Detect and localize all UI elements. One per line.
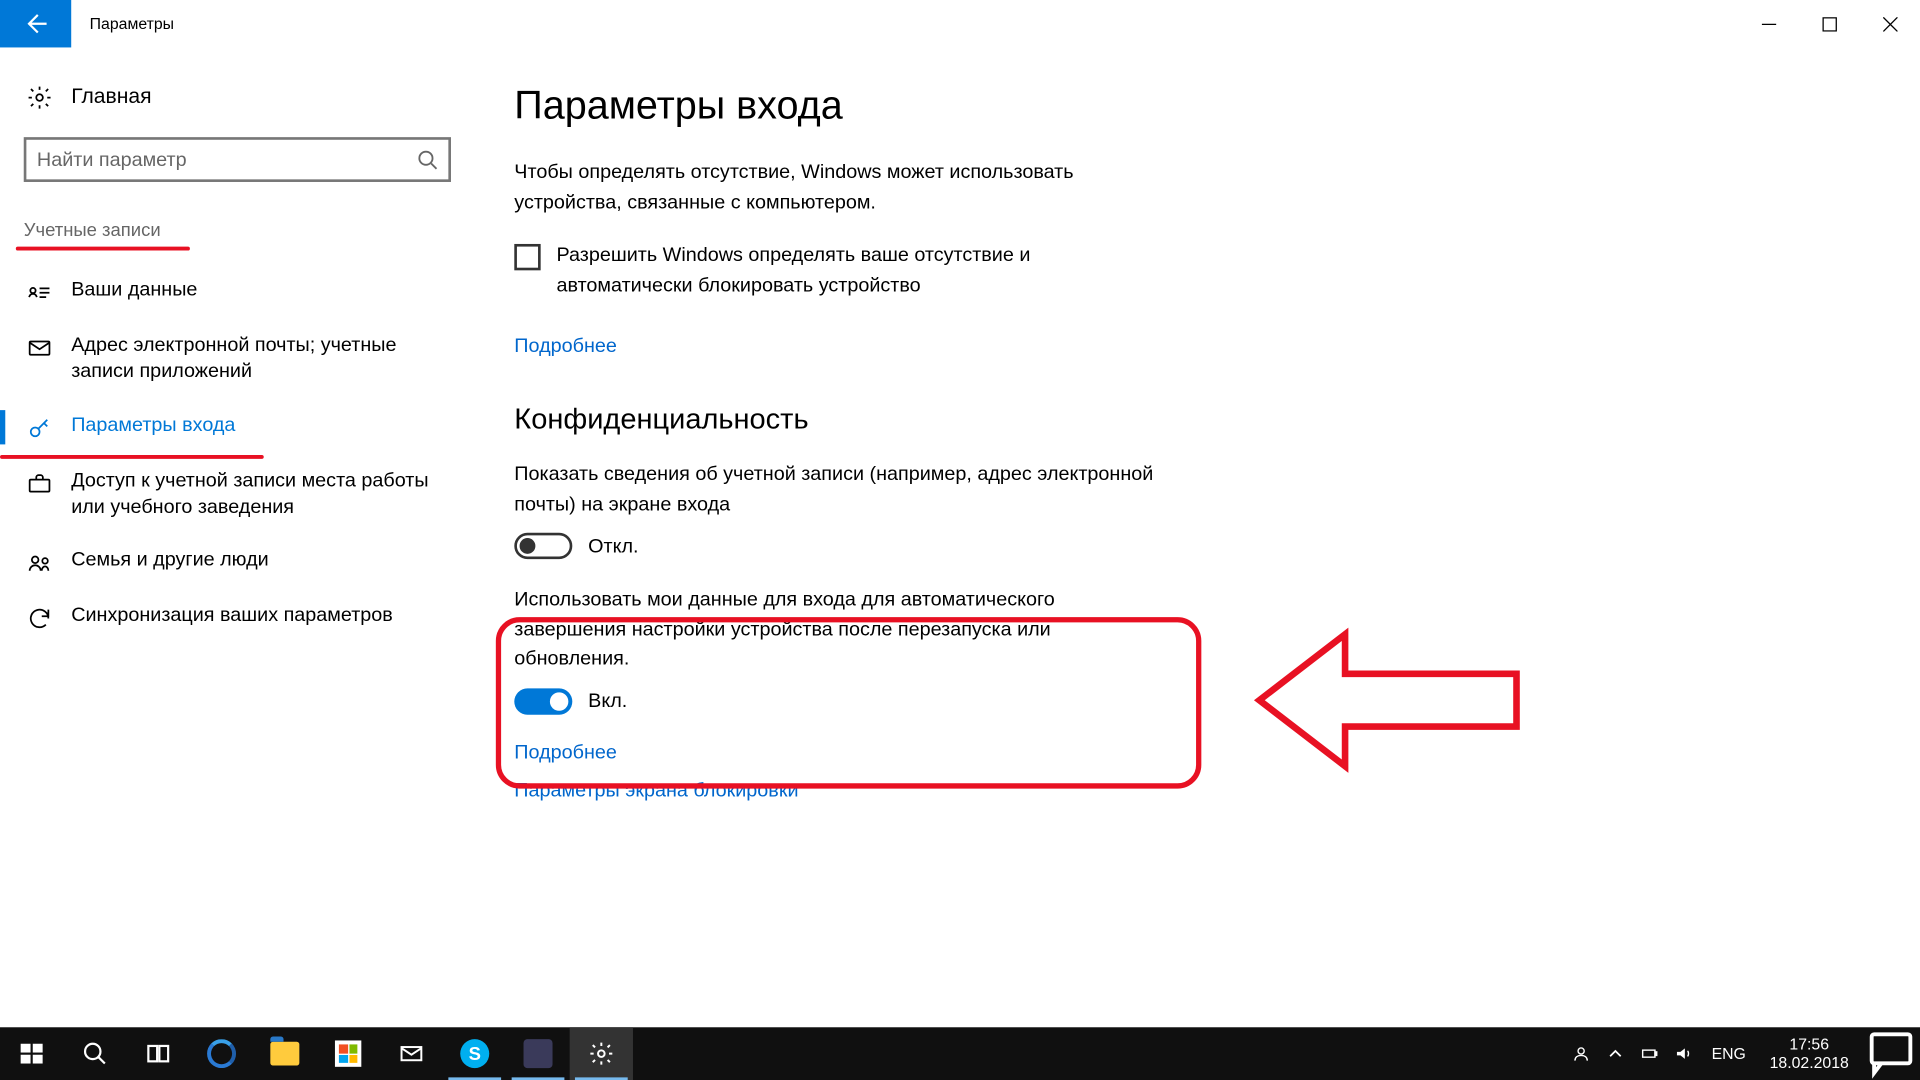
privacy-setting1-label: Показать сведения об учетной записи (нап… — [514, 460, 1160, 519]
tray-people-icon[interactable] — [1564, 1043, 1598, 1064]
toggle-state-label: Вкл. — [588, 690, 627, 712]
checkbox-label: Разрешить Windows определять ваше отсутс… — [556, 241, 1160, 300]
taskbar-app-store[interactable] — [316, 1027, 379, 1080]
search-button[interactable] — [63, 1027, 126, 1080]
tray-battery-icon[interactable] — [1632, 1043, 1666, 1064]
close-button[interactable] — [1859, 0, 1920, 47]
taskbar-app-mail[interactable] — [380, 1027, 443, 1080]
toggle-show-account-info[interactable] — [514, 533, 572, 559]
taskbar: S ENG 17:56 18.02.2018 — [0, 1027, 1920, 1080]
tray-language[interactable]: ENG — [1701, 1044, 1756, 1062]
sidebar-item-label: Ваши данные — [71, 277, 197, 304]
sidebar-item-family[interactable]: Семья и другие люди — [0, 534, 475, 589]
gear-icon — [26, 84, 52, 110]
taskbar-app-edge[interactable] — [190, 1027, 253, 1080]
tray-clock[interactable]: 17:56 18.02.2018 — [1756, 1035, 1862, 1073]
tray-notifications-icon[interactable] — [1862, 1025, 1920, 1080]
learn-more-link-2[interactable]: Подробнее — [514, 740, 1867, 762]
sidebar-item-label: Доступ к учетной записи места работы или… — [71, 467, 448, 520]
lockscreen-settings-link[interactable]: Параметры экрана блокировки — [514, 779, 1867, 801]
home-button[interactable]: Главная — [0, 76, 475, 129]
checkbox-icon[interactable] — [514, 244, 540, 270]
search-input[interactable] — [37, 148, 417, 170]
tray-chevron-up-icon[interactable] — [1598, 1043, 1632, 1064]
key-icon — [26, 415, 52, 441]
briefcase-icon — [26, 470, 52, 496]
sidebar-item-signin-options[interactable]: Параметры входа — [0, 399, 475, 454]
people-icon — [26, 550, 52, 576]
maximize-button[interactable] — [1799, 0, 1860, 47]
sidebar-item-email[interactable]: Адрес электронной почты; учетные записи … — [0, 319, 475, 399]
mail-icon — [26, 335, 52, 361]
taskbar-app-settings[interactable] — [570, 1027, 633, 1080]
page-heading: Параметры входа — [514, 84, 1867, 129]
home-label: Главная — [71, 86, 151, 110]
tray-date: 18.02.2018 — [1770, 1054, 1849, 1073]
taskbar-app-generic[interactable] — [506, 1027, 569, 1080]
annotation-underline — [16, 247, 190, 251]
tray-volume-icon[interactable] — [1667, 1043, 1701, 1064]
sidebar-item-work-access[interactable]: Доступ к учетной записи места работы или… — [0, 454, 475, 534]
privacy-setting2-label: Использовать мои данные для входа для ав… — [514, 586, 1160, 675]
task-view-button[interactable] — [127, 1027, 190, 1080]
back-button[interactable] — [0, 0, 71, 47]
sync-icon — [26, 605, 52, 631]
person-card-icon — [26, 280, 52, 306]
titlebar: Параметры — [0, 0, 1920, 47]
window-title: Параметры — [71, 0, 192, 47]
search-icon — [417, 149, 438, 170]
learn-more-link[interactable]: Подробнее — [514, 335, 1867, 357]
sidebar-item-label: Синхронизация ваших параметров — [71, 603, 393, 630]
privacy-heading: Конфиденциальность — [514, 402, 1867, 436]
start-button[interactable] — [0, 1027, 63, 1080]
absence-description: Чтобы определять отсутствие, Windows мож… — [514, 158, 1160, 217]
toggle-use-signin-info[interactable] — [514, 688, 572, 714]
sidebar-item-your-info[interactable]: Ваши данные — [0, 264, 475, 319]
sidebar-item-label: Семья и другие люди — [71, 547, 268, 574]
sidebar-item-sync[interactable]: Синхронизация ваших параметров — [0, 589, 475, 644]
sidebar-section-label: Учетные записи — [0, 208, 187, 248]
taskbar-app-skype[interactable]: S — [443, 1027, 506, 1080]
search-box[interactable] — [24, 137, 451, 182]
sidebar-item-label: Адрес электронной почты; учетные записи … — [71, 332, 448, 385]
minimize-button[interactable] — [1738, 0, 1799, 47]
sidebar-item-label: Параметры входа — [71, 412, 235, 439]
tray-time: 17:56 — [1770, 1035, 1849, 1054]
absence-checkbox-row[interactable]: Разрешить Windows определять ваше отсутс… — [514, 241, 1160, 300]
taskbar-app-explorer[interactable] — [253, 1027, 316, 1080]
main-content: Параметры входа Чтобы определять отсутст… — [475, 47, 1920, 1027]
toggle-state-label: Откл. — [588, 535, 638, 557]
sidebar: Главная Учетные записи Ваши данные — [0, 47, 475, 1027]
